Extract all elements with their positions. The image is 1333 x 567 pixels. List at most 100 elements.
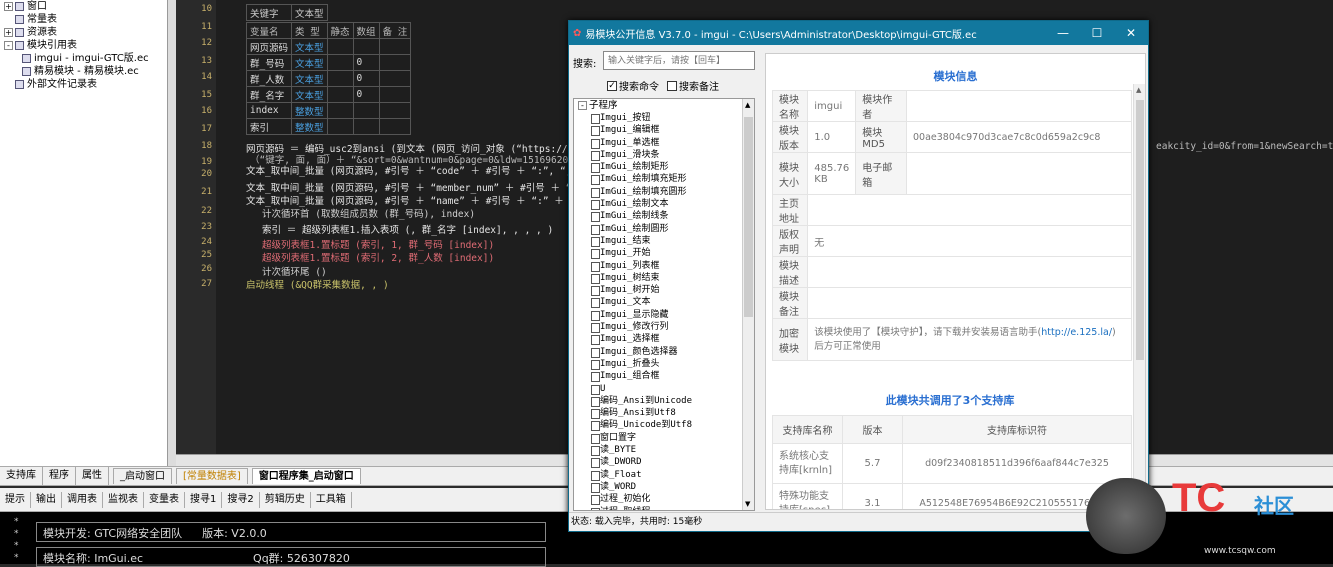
command-item[interactable]: Imgui_树结束 bbox=[574, 272, 754, 285]
command-item[interactable]: Imgui_列表框 bbox=[574, 260, 754, 272]
command-item[interactable]: 编码_Ansi到Unicode bbox=[574, 395, 754, 408]
expand-icon[interactable]: + bbox=[4, 28, 13, 37]
minimize-icon[interactable]: — bbox=[1046, 26, 1080, 40]
output-tab[interactable]: 监视表 bbox=[103, 491, 144, 508]
variable-row[interactable]: 网页源码 文本型 bbox=[245, 38, 412, 55]
editor-tab[interactable]: 窗口程序集_启动窗口 bbox=[251, 468, 361, 484]
code-line[interactable]: 文本_取中间_批量 (网页源码, #引号 ＋ “code” ＋ #引号 ＋ “:… bbox=[246, 163, 577, 177]
variable-row[interactable]: 群_号码 文本型 0 bbox=[245, 54, 412, 71]
command-item[interactable]: Imgui_折叠头 bbox=[574, 358, 754, 371]
scroll-down-icon[interactable]: ▼ bbox=[745, 500, 750, 508]
command-item[interactable]: Imgui_滑块条 bbox=[574, 149, 754, 162]
scroll-up-icon[interactable]: ▲ bbox=[745, 101, 750, 109]
code-line[interactable]: 计次循环首 (取数组成员数 (群_号码), index) bbox=[262, 206, 475, 220]
command-pane: 搜索: ✓搜索命令 搜索备注 -子程序 Imgui_按钮Imgui_编辑框Img… bbox=[569, 45, 761, 513]
output-tab[interactable]: 变量表 bbox=[144, 491, 185, 508]
expand-icon[interactable]: - bbox=[4, 41, 13, 50]
command-item[interactable]: Imgui_颜色选择器 bbox=[574, 346, 754, 358]
maximize-icon[interactable]: ☐ bbox=[1080, 26, 1114, 40]
command-item[interactable]: ImGui_绘制文本 bbox=[574, 198, 754, 211]
tree-splitter[interactable] bbox=[168, 0, 176, 466]
command-item[interactable]: 窗口置字 bbox=[574, 432, 754, 445]
search-notes-checkbox[interactable]: 搜索备注 bbox=[667, 78, 719, 93]
code-line[interactable]: 文本_取中间_批量 (网页源码, #引号 ＋ “name” ＋ #引号 ＋ “:… bbox=[246, 193, 585, 207]
panel-tab[interactable]: 属性 bbox=[76, 467, 109, 485]
output-tab[interactable]: 提示 bbox=[0, 491, 31, 508]
output-tab[interactable]: 工具箱 bbox=[311, 491, 352, 508]
variable-row[interactable]: 群_名字 文本型 0 bbox=[245, 86, 412, 103]
tree-node[interactable]: + 窗口 bbox=[0, 0, 167, 13]
variable-row[interactable]: 群_人数 文本型 0 bbox=[245, 70, 412, 87]
command-item[interactable]: 过程_初始化 bbox=[574, 493, 754, 506]
code-line[interactable]: 文本_取中间_批量 (网页源码, #引号 ＋ “member_num” ＋ #引… bbox=[246, 180, 583, 194]
command-item[interactable]: ImGui_绘制线条 bbox=[574, 210, 754, 223]
editor-tab[interactable]: [常量数据表] bbox=[176, 468, 248, 484]
command-item[interactable]: 编码_Ansi到Utf8 bbox=[574, 407, 754, 420]
editor-tab[interactable]: _启动窗口 bbox=[113, 468, 172, 484]
tree-node[interactable]: + 资源表 bbox=[0, 26, 167, 39]
close-icon[interactable]: ✕ bbox=[1114, 26, 1148, 40]
info-scroll-thumb[interactable] bbox=[1136, 100, 1144, 360]
code-line[interactable]: 计次循环尾 () bbox=[262, 264, 327, 278]
command-item[interactable]: Imgui_显示隐藏 bbox=[574, 309, 754, 322]
variable-cell: 文本型 bbox=[291, 86, 328, 103]
command-item[interactable]: ImGui_绘制矩形 bbox=[574, 161, 754, 174]
command-item[interactable]: 读_BYTE bbox=[574, 444, 754, 457]
output-tab[interactable]: 输出 bbox=[31, 491, 62, 508]
command-item[interactable]: Imgui_结束 bbox=[574, 235, 754, 248]
tree-node[interactable]: 常量表 bbox=[0, 13, 167, 26]
node-icon bbox=[15, 2, 24, 11]
search-input[interactable] bbox=[603, 51, 755, 70]
command-tree[interactable]: - 子程序 Imgui_按钮 Imgui_编辑框 Imgui_单选框 Imgui_滑块条… bbox=[573, 98, 755, 511]
tree-node[interactable]: 精易模块 - 精易模块.ec bbox=[0, 65, 167, 78]
node-label: 精易模块 - 精易模块.ec bbox=[34, 66, 139, 77]
output-tab[interactable]: 剪辑历史 bbox=[260, 491, 311, 508]
project-tree[interactable]: + 窗口 常量表 + 资源表 - 模块引用表 imgui - imgui-GTC版.ec 精易模… bbox=[0, 0, 168, 466]
code-line[interactable]: 超级列表框1.置标题 (索引, 1, 群_号码 [index]) bbox=[262, 237, 494, 251]
code-line[interactable]: 超级列表框1.置标题 (索引, 2, 群_人数 [index]) bbox=[262, 250, 494, 264]
variable-row[interactable]: 索引 整数型 bbox=[245, 118, 412, 135]
code-line[interactable]: 索引 ＝ 超级列表框1.插入表项 (, 群_名字 [index], , , , … bbox=[262, 222, 553, 236]
command-item[interactable]: Imgui_开始 bbox=[574, 247, 754, 260]
tree-root-subprograms[interactable]: - 子程序 bbox=[574, 99, 754, 112]
tree-node[interactable]: imgui - imgui-GTC版.ec bbox=[0, 52, 167, 65]
command-item[interactable]: Imgui_修改行列 bbox=[574, 321, 754, 334]
tree-node[interactable]: 外部文件记录表 bbox=[0, 78, 167, 91]
output-tab[interactable]: 搜寻1 bbox=[185, 491, 223, 508]
tree-node[interactable]: - 模块引用表 bbox=[0, 39, 167, 52]
command-item[interactable]: 读_WORD bbox=[574, 481, 754, 494]
variable-cell: 整数型 bbox=[291, 102, 328, 119]
dialog-titlebar[interactable]: ✿ 易模块公开信息 V3.7.0 - imgui - C:\Users\Admi… bbox=[569, 21, 1148, 45]
panel-tab[interactable]: 支持库 bbox=[0, 467, 43, 485]
command-item[interactable]: 编码_Unicode到Utf8 bbox=[574, 419, 754, 432]
command-item[interactable]: ImGui_绘制圆形 bbox=[574, 223, 754, 235]
variable-cell bbox=[378, 70, 412, 87]
library-row[interactable]: 特殊功能支持库[spec] 3.1 A512548E76954B6E92C21055… bbox=[772, 483, 1132, 509]
variable-row[interactable]: index 整数型 bbox=[245, 102, 412, 119]
command-item[interactable]: U bbox=[574, 383, 754, 395]
scroll-thumb[interactable] bbox=[744, 117, 753, 317]
info-scrollbar[interactable]: ▲ bbox=[1133, 84, 1145, 509]
command-item[interactable]: Imgui_编辑框 bbox=[574, 124, 754, 137]
command-item[interactable]: Imgui_树开始 bbox=[574, 284, 754, 297]
panel-tab[interactable]: 程序 bbox=[43, 467, 76, 485]
command-tree-scrollbar[interactable]: ▲ ▼ bbox=[742, 99, 754, 510]
command-item[interactable]: 读_Float bbox=[574, 469, 754, 481]
command-item[interactable]: 过程_取线程 bbox=[574, 506, 754, 510]
helper-download-link[interactable]: http://e.125.la/ bbox=[1041, 327, 1112, 338]
command-item[interactable]: Imgui_文本 bbox=[574, 296, 754, 309]
command-item[interactable]: Imgui_组合框 bbox=[574, 370, 754, 383]
command-item[interactable]: Imgui_选择框 bbox=[574, 333, 754, 346]
output-tab[interactable]: 搜寻2 bbox=[222, 491, 260, 508]
command-item[interactable]: ImGui_绘制填充矩形 bbox=[574, 173, 754, 186]
command-item[interactable]: ImGui_绘制填充圆形 bbox=[574, 186, 754, 199]
command-item[interactable]: Imgui_按钮 bbox=[574, 112, 754, 125]
output-tab[interactable]: 调用表 bbox=[62, 491, 103, 508]
search-commands-checkbox[interactable]: ✓ 搜索命令 bbox=[607, 78, 659, 93]
expand-icon[interactable]: + bbox=[4, 2, 13, 11]
info-scroll-up-icon[interactable]: ▲ bbox=[1136, 86, 1141, 94]
library-row[interactable]: 系统核心支持库[krnln] 5.7 d09f2340818511d396f6aaf… bbox=[772, 443, 1132, 484]
command-item[interactable]: 读_DWORD bbox=[574, 456, 754, 469]
command-item[interactable]: Imgui_单选框 bbox=[574, 137, 754, 149]
code-line[interactable]: 启动线程 (&QQ群采集数据, , ) bbox=[246, 277, 389, 291]
